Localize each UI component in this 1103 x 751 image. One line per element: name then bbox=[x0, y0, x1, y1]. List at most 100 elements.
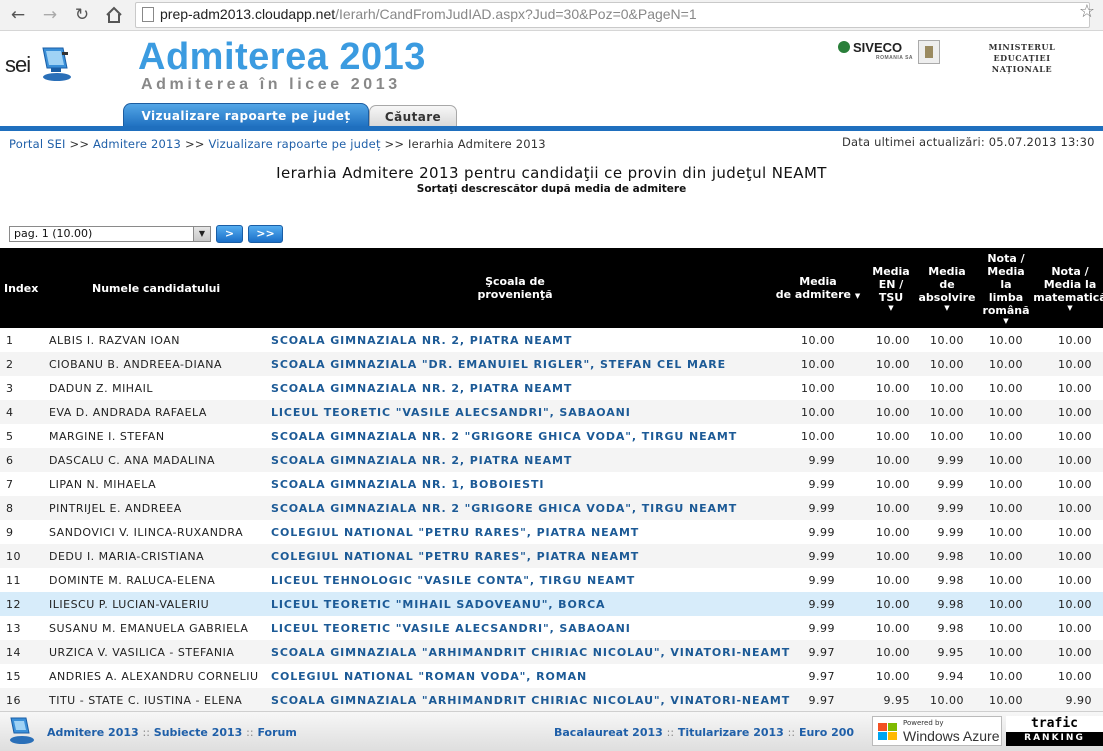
table-row[interactable]: 6 DASCALU C. ANA MADALINA SCOALA GIMNAZI… bbox=[0, 448, 1103, 472]
row-matematica: 10.00 bbox=[1058, 406, 1092, 419]
table-row[interactable]: 9 SANDOVICI V. ILINCA-RUXANDRA COLEGIUL … bbox=[0, 520, 1103, 544]
tab-vizualizare-rapoarte[interactable]: Vizualizare rapoarte pe județ bbox=[123, 103, 369, 127]
row-media-absolvire: 10.00 bbox=[930, 694, 964, 707]
table-row-highlighted[interactable]: 12 ILIESCU P. LUCIAN-VALERIU LICEUL TEOR… bbox=[0, 592, 1103, 616]
row-school-link[interactable]: SCOALA GIMNAZIALA NR. 2, PIATRA NEAMT bbox=[271, 382, 572, 395]
azure-label: Windows Azure bbox=[903, 728, 1000, 744]
row-limba-romana: 10.00 bbox=[989, 598, 1023, 611]
table-row[interactable]: 1 ALBIS I. RAZVAN IOAN SCOALA GIMNAZIALA… bbox=[0, 328, 1103, 352]
table-row[interactable]: 16 TITU - STATE C. IUSTINA - ELENA SCOAL… bbox=[0, 688, 1103, 712]
siveco-logo[interactable]: SIVECO ROMANIA SA bbox=[838, 40, 913, 61]
row-school-link[interactable]: LICEUL TEORETIC "MIHAIL SADOVEANU", BORC… bbox=[271, 598, 605, 611]
table-row[interactable]: 8 PINTRIJEL E. ANDREEA SCOALA GIMNAZIALA… bbox=[0, 496, 1103, 520]
row-school-link[interactable]: SCOALA GIMNAZIALA NR. 2 "GRIGORE GHICA V… bbox=[271, 430, 737, 443]
row-school-link[interactable]: SCOALA GIMNAZIALA NR. 2, PIATRA NEAMT bbox=[271, 334, 572, 347]
row-school-link[interactable]: SCOALA GIMNAZIALA NR. 2 "GRIGORE GHICA V… bbox=[271, 502, 737, 515]
row-school-link[interactable]: LICEUL TEORETIC "VASILE ALECSANDRI", SAB… bbox=[271, 406, 631, 419]
ministry-line1: MINISTERUL EDUCAȚIEI bbox=[988, 42, 1056, 63]
footer-link-subiecte[interactable]: Subiecte 2013 bbox=[154, 726, 243, 739]
col-media-en[interactable]: Media EN / TSU ▼ bbox=[866, 265, 916, 313]
row-school-link[interactable]: SCOALA GIMNAZIALA NR. 1, BOBOIESTI bbox=[271, 478, 544, 491]
row-school-link[interactable]: SCOALA GIMNAZIALA "ARHIMANDRIT CHIRIAC N… bbox=[271, 646, 790, 659]
breadcrumb-vizualizare-rapoarte[interactable]: Vizualizare rapoarte pe județ bbox=[208, 137, 380, 151]
col-media-absolvire[interactable]: Media de absolvire ▼ bbox=[916, 265, 978, 313]
footer-link-forum[interactable]: Forum bbox=[257, 726, 296, 739]
breadcrumb-portal-sei[interactable]: Portal SEI bbox=[9, 137, 66, 151]
table-row[interactable]: 3 DADUN Z. MIHAIL SCOALA GIMNAZIALA NR. … bbox=[0, 376, 1103, 400]
azure-powered-by: Powered by bbox=[903, 719, 944, 727]
site-title[interactable]: Admiterea 2013 bbox=[138, 36, 426, 79]
row-school-link[interactable]: COLEGIUL NATIONAL "PETRU RARES", PIATRA … bbox=[271, 550, 639, 563]
back-arrow-icon[interactable]: ← bbox=[6, 3, 30, 27]
table-row[interactable]: 4 EVA D. ANDRADA RAFAELA LICEUL TEORETIC… bbox=[0, 400, 1103, 424]
table-row[interactable]: 13 SUSANU M. EMANUELA GABRIELA LICEUL TE… bbox=[0, 616, 1103, 640]
row-school-link[interactable]: LICEUL TEORETIC "VASILE ALECSANDRI", SAB… bbox=[271, 622, 631, 635]
row-school-link[interactable]: SCOALA GIMNAZIALA "ARHIMANDRIT CHIRIAC N… bbox=[271, 694, 790, 707]
row-media-absolvire: 9.98 bbox=[937, 550, 964, 563]
col-limba-romana[interactable]: Nota / Media la limba română ▼ bbox=[978, 252, 1034, 326]
col-matematica[interactable]: Nota / Media la matematică ▼ bbox=[1032, 265, 1103, 313]
breadcrumb: Portal SEI >> Admitere 2013 >> Vizualiza… bbox=[9, 137, 546, 151]
trafic-ranking-badge[interactable]: trafic RANKING bbox=[1006, 716, 1103, 746]
col-en-line3: TSU bbox=[878, 291, 904, 304]
row-media-admitere: 9.97 bbox=[808, 694, 835, 707]
row-school-link[interactable]: COLEGIUL NATIONAL "ROMAN VODA", ROMAN bbox=[271, 670, 587, 683]
row-name: ILIESCU P. LUCIAN-VALERIU bbox=[49, 598, 210, 611]
siveco-text: SIVECO bbox=[853, 40, 903, 55]
table-row[interactable]: 5 MARGINE I. STEFAN SCOALA GIMNAZIALA NR… bbox=[0, 424, 1103, 448]
row-matematica: 10.00 bbox=[1058, 358, 1092, 371]
page-select[interactable]: pag. 1 (10.00) ▼ bbox=[9, 226, 211, 242]
row-limba-romana: 10.00 bbox=[989, 382, 1023, 395]
sort-icon: ▼ bbox=[1067, 304, 1073, 312]
col-en-line1: Media bbox=[872, 265, 910, 278]
table-row[interactable]: 10 DEDU I. MARIA-CRISTIANA COLEGIUL NATI… bbox=[0, 544, 1103, 568]
row-media-en: 10.00 bbox=[876, 382, 910, 395]
row-media-admitere: 10.00 bbox=[801, 406, 835, 419]
windows-azure-badge[interactable]: Powered by Windows Azure bbox=[872, 716, 1002, 746]
table-row[interactable]: 11 DOMINTE M. RALUCA-ELENA LICEUL TEHNOL… bbox=[0, 568, 1103, 592]
footer-link-titularizare[interactable]: Titularizare 2013 bbox=[678, 726, 784, 739]
footer-left-links: Admitere 2013 :: Subiecte 2013 :: Forum bbox=[47, 726, 297, 739]
footer-link-admitere[interactable]: Admitere 2013 bbox=[47, 726, 139, 739]
address-bar[interactable]: prep-adm2013.cloudapp.net/Ierarh/CandFro… bbox=[135, 2, 1090, 28]
row-school-link[interactable]: LICEUL TEHNOLOGIC "VASILE CONTA", TIRGU … bbox=[271, 574, 635, 587]
row-limba-romana: 10.00 bbox=[989, 454, 1023, 467]
col-ro-line1: Nota / bbox=[987, 252, 1025, 265]
row-limba-romana: 10.00 bbox=[989, 622, 1023, 635]
table-row[interactable]: 7 LIPAN N. MIHAELA SCOALA GIMNAZIALA NR.… bbox=[0, 472, 1103, 496]
row-school-link[interactable]: SCOALA GIMNAZIALA "DR. EMANUIEL RIGLER",… bbox=[271, 358, 726, 371]
row-name: CIOBANU B. ANDREEA-DIANA bbox=[49, 358, 222, 371]
footer-link-bacalaureat[interactable]: Bacalaureat 2013 bbox=[554, 726, 663, 739]
row-limba-romana: 10.00 bbox=[989, 334, 1023, 347]
table-row[interactable]: 14 URZICA V. VASILICA - STEFANIA SCOALA … bbox=[0, 640, 1103, 664]
breadcrumb-admitere-2013[interactable]: Admitere 2013 bbox=[93, 137, 181, 151]
row-school-link[interactable]: COLEGIUL NATIONAL "PETRU RARES", PIATRA … bbox=[271, 526, 639, 539]
row-matematica: 10.00 bbox=[1058, 526, 1092, 539]
row-limba-romana: 10.00 bbox=[989, 502, 1023, 515]
row-limba-romana: 10.00 bbox=[989, 670, 1023, 683]
row-school-link[interactable]: SCOALA GIMNAZIALA NR. 2, PIATRA NEAMT bbox=[271, 454, 572, 467]
reload-icon[interactable]: ↻ bbox=[70, 3, 94, 27]
ministry-logo[interactable]: MINISTERUL EDUCAȚIEI NAȚIONALE bbox=[962, 42, 1082, 75]
table-row[interactable]: 2 CIOBANU B. ANDREEA-DIANA SCOALA GIMNAZ… bbox=[0, 352, 1103, 376]
tab-cautare[interactable]: Căutare bbox=[369, 105, 457, 127]
col-media-admitere[interactable]: Media de admitere ▼ bbox=[768, 275, 868, 303]
next-page-button[interactable]: > bbox=[216, 225, 243, 243]
bookmark-star-icon[interactable]: ☆ bbox=[1079, 1, 1095, 22]
last-page-button[interactable]: >> bbox=[248, 225, 283, 243]
row-limba-romana: 10.00 bbox=[989, 478, 1023, 491]
row-media-absolvire: 10.00 bbox=[930, 358, 964, 371]
row-name: TITU - STATE C. IUSTINA - ELENA bbox=[49, 694, 243, 707]
row-media-absolvire: 9.98 bbox=[937, 622, 964, 635]
footer: Admitere 2013 :: Subiecte 2013 :: Forum … bbox=[0, 711, 1103, 751]
col-school-line2: provenienţă bbox=[477, 288, 553, 301]
row-index: 13 bbox=[6, 622, 21, 635]
table-row[interactable]: 15 ANDRIES A. ALEXANDRU CORNELIU COLEGIU… bbox=[0, 664, 1103, 688]
home-icon[interactable] bbox=[102, 3, 126, 27]
row-name: ANDRIES A. ALEXANDRU CORNELIU bbox=[49, 670, 259, 683]
footer-link-euro[interactable]: Euro 200 bbox=[799, 726, 854, 739]
col-school: Şcoala de provenienţă bbox=[455, 275, 575, 301]
col-media-line1: Media bbox=[799, 275, 837, 288]
forward-arrow-icon[interactable]: → bbox=[38, 3, 62, 27]
row-matematica: 10.00 bbox=[1058, 550, 1092, 563]
